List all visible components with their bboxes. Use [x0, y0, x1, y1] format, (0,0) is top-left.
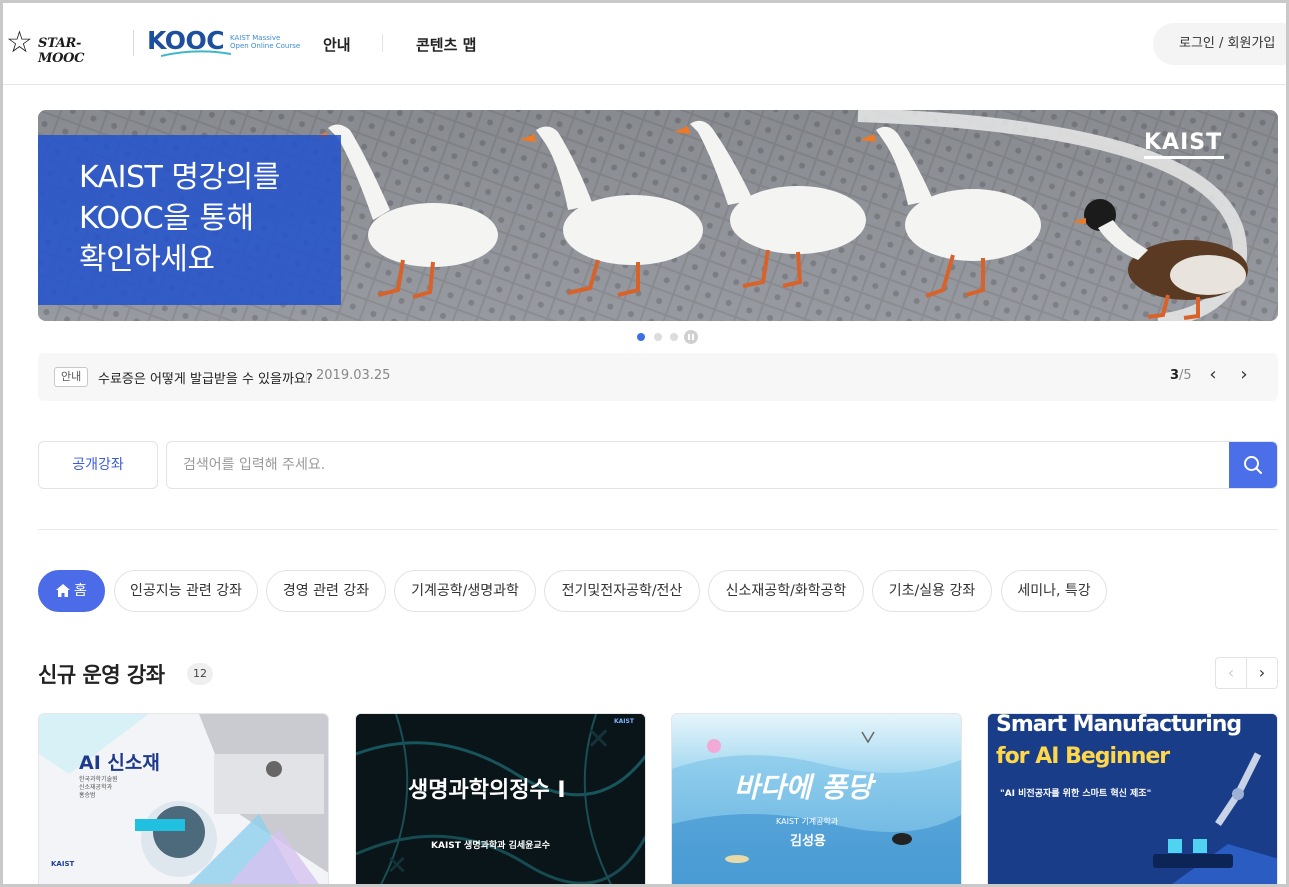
nav-guide[interactable]: 안내 — [323, 34, 351, 55]
course-card-subtitle: KAIST 기계공학과 — [776, 817, 839, 826]
banner-headline: KAIST 명강의를 KOOC을 통해 확인하세요 — [79, 160, 280, 277]
course-card[interactable]: 바다에 퐁당 KAIST 기계공학과 김성용 — [671, 713, 962, 887]
star-logo-icon: ☆ — [6, 25, 33, 60]
notice-page-current: 3 — [1170, 368, 1180, 383]
chevron-right-icon[interactable]: › — [1246, 657, 1278, 689]
notice-divider — [306, 371, 307, 383]
course-card[interactable]: Smart Manufacturing for AI Beginner "AI … — [987, 713, 1278, 887]
svg-text:✕: ✕ — [386, 851, 408, 881]
notice-tag: 안내 — [54, 367, 89, 387]
tab-electrical-cs[interactable]: 전기및전자공학/전산 — [544, 570, 700, 612]
notice-page-total: /5 — [1179, 368, 1192, 383]
section-title: 신규 운영 강좌 — [38, 663, 165, 687]
course-card-title: Smart Manufacturing — [996, 713, 1242, 737]
tab-ai[interactable]: 인공지능 관련 강좌 — [114, 570, 258, 612]
tab-home[interactable]: 홈 — [38, 570, 105, 612]
tab-mechanical-bio[interactable]: 기계공학/생명과학 — [394, 570, 536, 612]
course-card[interactable]: AI 신소재 한국과학기술원 신소재공학과 홍승범 KAIST — [38, 713, 329, 887]
course-card-instructor: 김성용 — [790, 834, 826, 849]
search-box — [166, 441, 1278, 489]
kooc-logo[interactable]: KOOC KAIST Massive Open Online Course — [147, 24, 301, 64]
banner-dot-1[interactable] — [637, 333, 645, 341]
banner-dot-2[interactable] — [654, 333, 662, 341]
tab-management[interactable]: 경영 관련 강좌 — [266, 570, 386, 612]
nav-divider — [382, 34, 383, 52]
svg-text:✕: ✕ — [586, 722, 611, 757]
tab-home-label: 홈 — [74, 583, 87, 599]
chevron-left-icon[interactable]: ‹ — [1215, 657, 1247, 689]
pause-icon[interactable] — [684, 330, 698, 344]
star-mooc-logo-text: STAR-MOOC — [38, 36, 85, 66]
course-card[interactable]: ✕ ✕ KAIST 생명과학의정수 I KAIST 생명과학과 김세윤교수 — [355, 713, 646, 887]
tab-basic-practical[interactable]: 기초/실용 강좌 — [872, 570, 992, 612]
course-card-title-line2: for AI Beginner — [996, 744, 1170, 769]
course-card-title: AI 신소재 — [79, 752, 160, 774]
notice-date: 2019.03.25 — [316, 368, 391, 383]
star-mooc-logo[interactable]: ☆ STAR-MOOC — [6, 25, 126, 67]
notice-bar: 안내 수료증은 어떻게 발급받을 수 있을까요? 2019.03.25 3/5 … — [38, 353, 1278, 401]
course-card-image — [988, 714, 1277, 887]
course-card-subtitle: "AI 비전공자를 위한 스마트 혁신 제조" — [1000, 789, 1152, 799]
course-card-image — [39, 714, 328, 887]
nav-content-map[interactable]: 콘텐츠 맵 — [416, 34, 476, 55]
notice-pager: 3/5 — [1170, 368, 1192, 383]
course-card-title: 생명과학의정수 I — [408, 778, 566, 803]
banner-kaist-logo-underline — [1144, 156, 1224, 159]
search-icon — [1244, 456, 1262, 474]
divider — [38, 529, 1278, 530]
course-card-subtitle: 한국과학기술원 신소재공학과 홍승범 — [79, 776, 118, 799]
tab-materials-chem[interactable]: 신소재공학/화학공학 — [708, 570, 864, 612]
kooc-logo-subtitle: KAIST Massive Open Online Course — [230, 34, 301, 50]
chevron-left-icon[interactable]: ‹ — [1200, 363, 1226, 389]
tab-seminar[interactable]: 세미나, 특강 — [1001, 570, 1107, 612]
hero-banner[interactable]: KAIST 명강의를 KOOC을 통해 확인하세요 KAIST — [38, 110, 1278, 321]
banner-kaist-logo: KAIST — [1144, 130, 1223, 155]
course-card-brand: KAIST — [51, 860, 75, 868]
banner-dot-3[interactable] — [670, 333, 678, 341]
notice-link[interactable]: 수료증은 어떻게 발급받을 수 있을까요? — [98, 368, 313, 387]
site-header: ☆ STAR-MOOC KOOC KAIST Massive Open Onli… — [0, 0, 1289, 85]
section-count-badge: 12 — [187, 663, 213, 685]
home-icon — [56, 584, 71, 597]
course-card-subtitle: KAIST 생명과학과 김세윤교수 — [431, 841, 550, 851]
banner-headline-box: KAIST 명강의를 KOOC을 통해 확인하세요 — [38, 135, 341, 305]
course-card-brand: KAIST — [614, 718, 634, 725]
login-signup-button[interactable]: 로그인 / 회원가입 — [1153, 23, 1289, 65]
search-button[interactable] — [1229, 442, 1277, 488]
logo-divider — [133, 30, 134, 56]
search-category-select[interactable]: 공개강좌 — [38, 441, 158, 489]
chevron-right-icon[interactable]: › — [1231, 363, 1257, 389]
search-input[interactable] — [167, 442, 1229, 488]
kooc-swoosh-icon — [161, 50, 231, 57]
course-card-title: 바다에 퐁당 — [734, 771, 873, 804]
